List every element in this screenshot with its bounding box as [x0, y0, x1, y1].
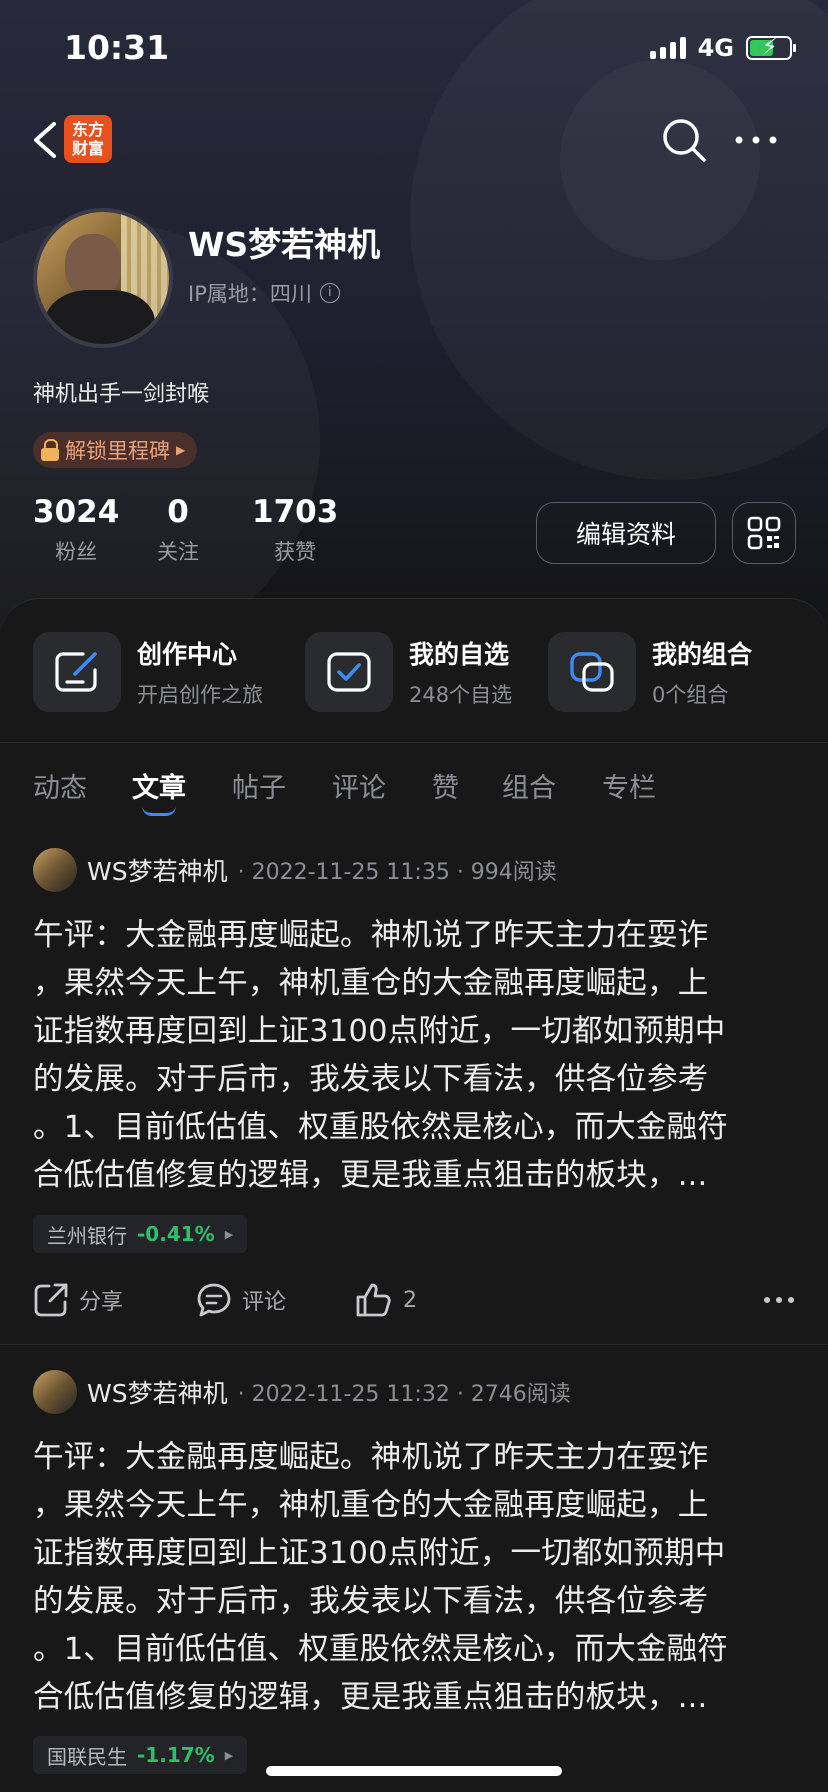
- more-options-icon[interactable]: [733, 124, 779, 156]
- comment-label: 评论: [242, 1290, 287, 1315]
- feature-my-portfolio[interactable]: 我的组合 0个组合: [548, 632, 752, 712]
- comment-icon: [197, 1283, 231, 1317]
- network-type: 4G: [697, 34, 734, 62]
- post-line: 午评：大金融再度崛起。神机说了昨天主力在耍诈: [33, 918, 709, 953]
- feature-my-watchlist[interactable]: 我的自选 248个自选: [305, 632, 512, 712]
- share-icon: [34, 1283, 68, 1317]
- stat-label: 获赞: [274, 540, 317, 564]
- overlap-icon: [548, 632, 636, 712]
- post-line: 。1、目前低估值、权重股依然是核心，而大金融符: [33, 1110, 729, 1145]
- like-button[interactable]: 2: [355, 1282, 417, 1318]
- chevron-right-icon: ▶: [224, 1227, 234, 1241]
- thumbs-up-icon: [356, 1283, 391, 1317]
- edit-profile-button[interactable]: 编辑资料: [536, 502, 716, 564]
- ip-location-text: IP属地：四川: [188, 282, 312, 306]
- stat-following[interactable]: 0 关注: [157, 494, 199, 566]
- stat-value: 0: [167, 494, 189, 530]
- tab-activity[interactable]: 动态: [33, 766, 87, 805]
- post-line: 的发展。对于后市，我发表以下看法，供各位参考: [33, 1584, 709, 1619]
- post-line: 。1、目前低估值、权重股依然是核心，而大金融符: [33, 1632, 729, 1667]
- stat-value: 3024: [33, 494, 120, 530]
- feature-title: 创作中心: [137, 640, 238, 669]
- post-line: 的发展。对于后市，我发表以下看法，供各位参考: [33, 1062, 709, 1097]
- post-author[interactable]: WS梦若神机: [87, 1374, 228, 1410]
- stock-name: 兰州银行: [47, 1223, 127, 1248]
- feature-subtitle: 0个组合: [652, 683, 729, 707]
- chevron-right-icon: ▶: [224, 1748, 234, 1762]
- battery-icon: ⚡: [746, 35, 796, 60]
- divider: [0, 742, 828, 743]
- post-line: ，果然今天上午，神机重仓的大金融再度崛起，上: [33, 966, 709, 1001]
- tab-articles[interactable]: 文章: [132, 766, 186, 805]
- signal-icon: [649, 37, 686, 59]
- app-logo: 东方 财富: [64, 115, 112, 163]
- bio-text: 神机出手一剑封喉: [33, 382, 210, 407]
- more-options-icon[interactable]: [763, 1290, 795, 1310]
- stock-tag[interactable]: 国联民生 -1.17% ▶: [33, 1736, 248, 1774]
- post-line: ，果然今天上午，神机重仓的大金融再度崛起，上: [33, 1488, 709, 1523]
- post-line: 证指数再度回到上证3100点附近，一切都如预期中: [33, 1536, 726, 1571]
- share-label: 分享: [79, 1290, 124, 1315]
- share-button[interactable]: 分享: [33, 1282, 123, 1318]
- qr-code-button[interactable]: [732, 502, 796, 564]
- stat-likes[interactable]: 1703 获赞: [252, 494, 338, 566]
- status-icons: 4G ⚡: [649, 34, 796, 62]
- post-body[interactable]: 午评：大金融再度崛起。神机说了昨天主力在耍诈 ，果然今天上午，神机重仓的大金融再…: [33, 1434, 799, 1722]
- stock-name: 国联民生: [47, 1744, 127, 1769]
- post-line: 合低估值修复的逻辑，更是我重点狙击的板块，...: [33, 1680, 708, 1715]
- comment-button[interactable]: 评论: [196, 1282, 286, 1318]
- post-meta: · 2022-11-25 11:32 · 2746阅读: [237, 1382, 571, 1407]
- feature-subtitle: 248个自选: [409, 683, 513, 707]
- feature-title: 我的自选: [409, 640, 510, 669]
- tab-portfolios[interactable]: 组合: [502, 766, 556, 805]
- post-line: 午评：大金融再度崛起。神机说了昨天主力在耍诈: [33, 1440, 709, 1475]
- milestone-label: 解锁里程碑: [65, 439, 170, 463]
- post-header[interactable]: WS梦若神机 · 2022-11-25 11:32 · 2746阅读: [33, 1370, 571, 1414]
- stat-label: 粉丝: [55, 540, 98, 564]
- tab-comments[interactable]: 评论: [332, 766, 386, 805]
- post-body[interactable]: 午评：大金融再度崛起。神机说了昨天主力在耍诈 ，果然今天上午，神机重仓的大金融再…: [33, 912, 799, 1200]
- tab-columns[interactable]: 专栏: [602, 766, 656, 805]
- post-author[interactable]: WS梦若神机: [87, 852, 228, 888]
- post-meta: · 2022-11-25 11:35 · 994阅读: [237, 860, 557, 885]
- chevron-right-icon: ▶: [176, 443, 186, 457]
- divider: [0, 1344, 828, 1345]
- post-header[interactable]: WS梦若神机 · 2022-11-25 11:35 · 994阅读: [33, 848, 557, 892]
- stock-tag[interactable]: 兰州银行 -0.41% ▶: [33, 1215, 248, 1253]
- stock-change: -0.41%: [137, 1222, 215, 1246]
- like-count: 2: [403, 1287, 417, 1313]
- tab-likes[interactable]: 赞: [432, 766, 459, 805]
- lock-icon: [41, 439, 59, 461]
- pen-icon: [33, 632, 121, 712]
- feature-creation-center[interactable]: 创作中心 开启创作之旅: [33, 632, 263, 712]
- ip-location: IP属地：四川 i: [188, 278, 340, 308]
- post-actions: 分享 评论 2: [33, 1282, 795, 1318]
- feature-subtitle: 开启创作之旅: [137, 683, 263, 707]
- tab-posts[interactable]: 帖子: [232, 766, 286, 805]
- post-line: 证指数再度回到上证3100点附近，一切都如预期中: [33, 1014, 726, 1049]
- info-icon[interactable]: i: [319, 283, 340, 303]
- active-tab-indicator: [142, 806, 176, 816]
- avatar[interactable]: [33, 848, 77, 892]
- back-arrow-icon[interactable]: [26, 118, 66, 162]
- search-icon[interactable]: [660, 116, 708, 164]
- home-indicator[interactable]: [266, 1766, 562, 1776]
- stat-label: 关注: [157, 540, 199, 564]
- status-time: 10:31: [64, 28, 170, 67]
- username: WS梦若神机: [188, 225, 381, 264]
- qr-code-icon: [747, 516, 781, 550]
- avatar[interactable]: [33, 1370, 77, 1414]
- milestone-button[interactable]: 解锁里程碑 ▶: [33, 432, 198, 468]
- feature-title: 我的组合: [652, 640, 753, 669]
- stat-fans[interactable]: 3024 粉丝: [33, 494, 119, 566]
- post-line: 合低估值修复的逻辑，更是我重点狙击的板块，...: [33, 1158, 708, 1193]
- avatar[interactable]: [33, 208, 173, 348]
- stock-change: -1.17%: [137, 1743, 215, 1767]
- checkbox-icon: [305, 632, 393, 712]
- stat-value: 1703: [252, 494, 339, 530]
